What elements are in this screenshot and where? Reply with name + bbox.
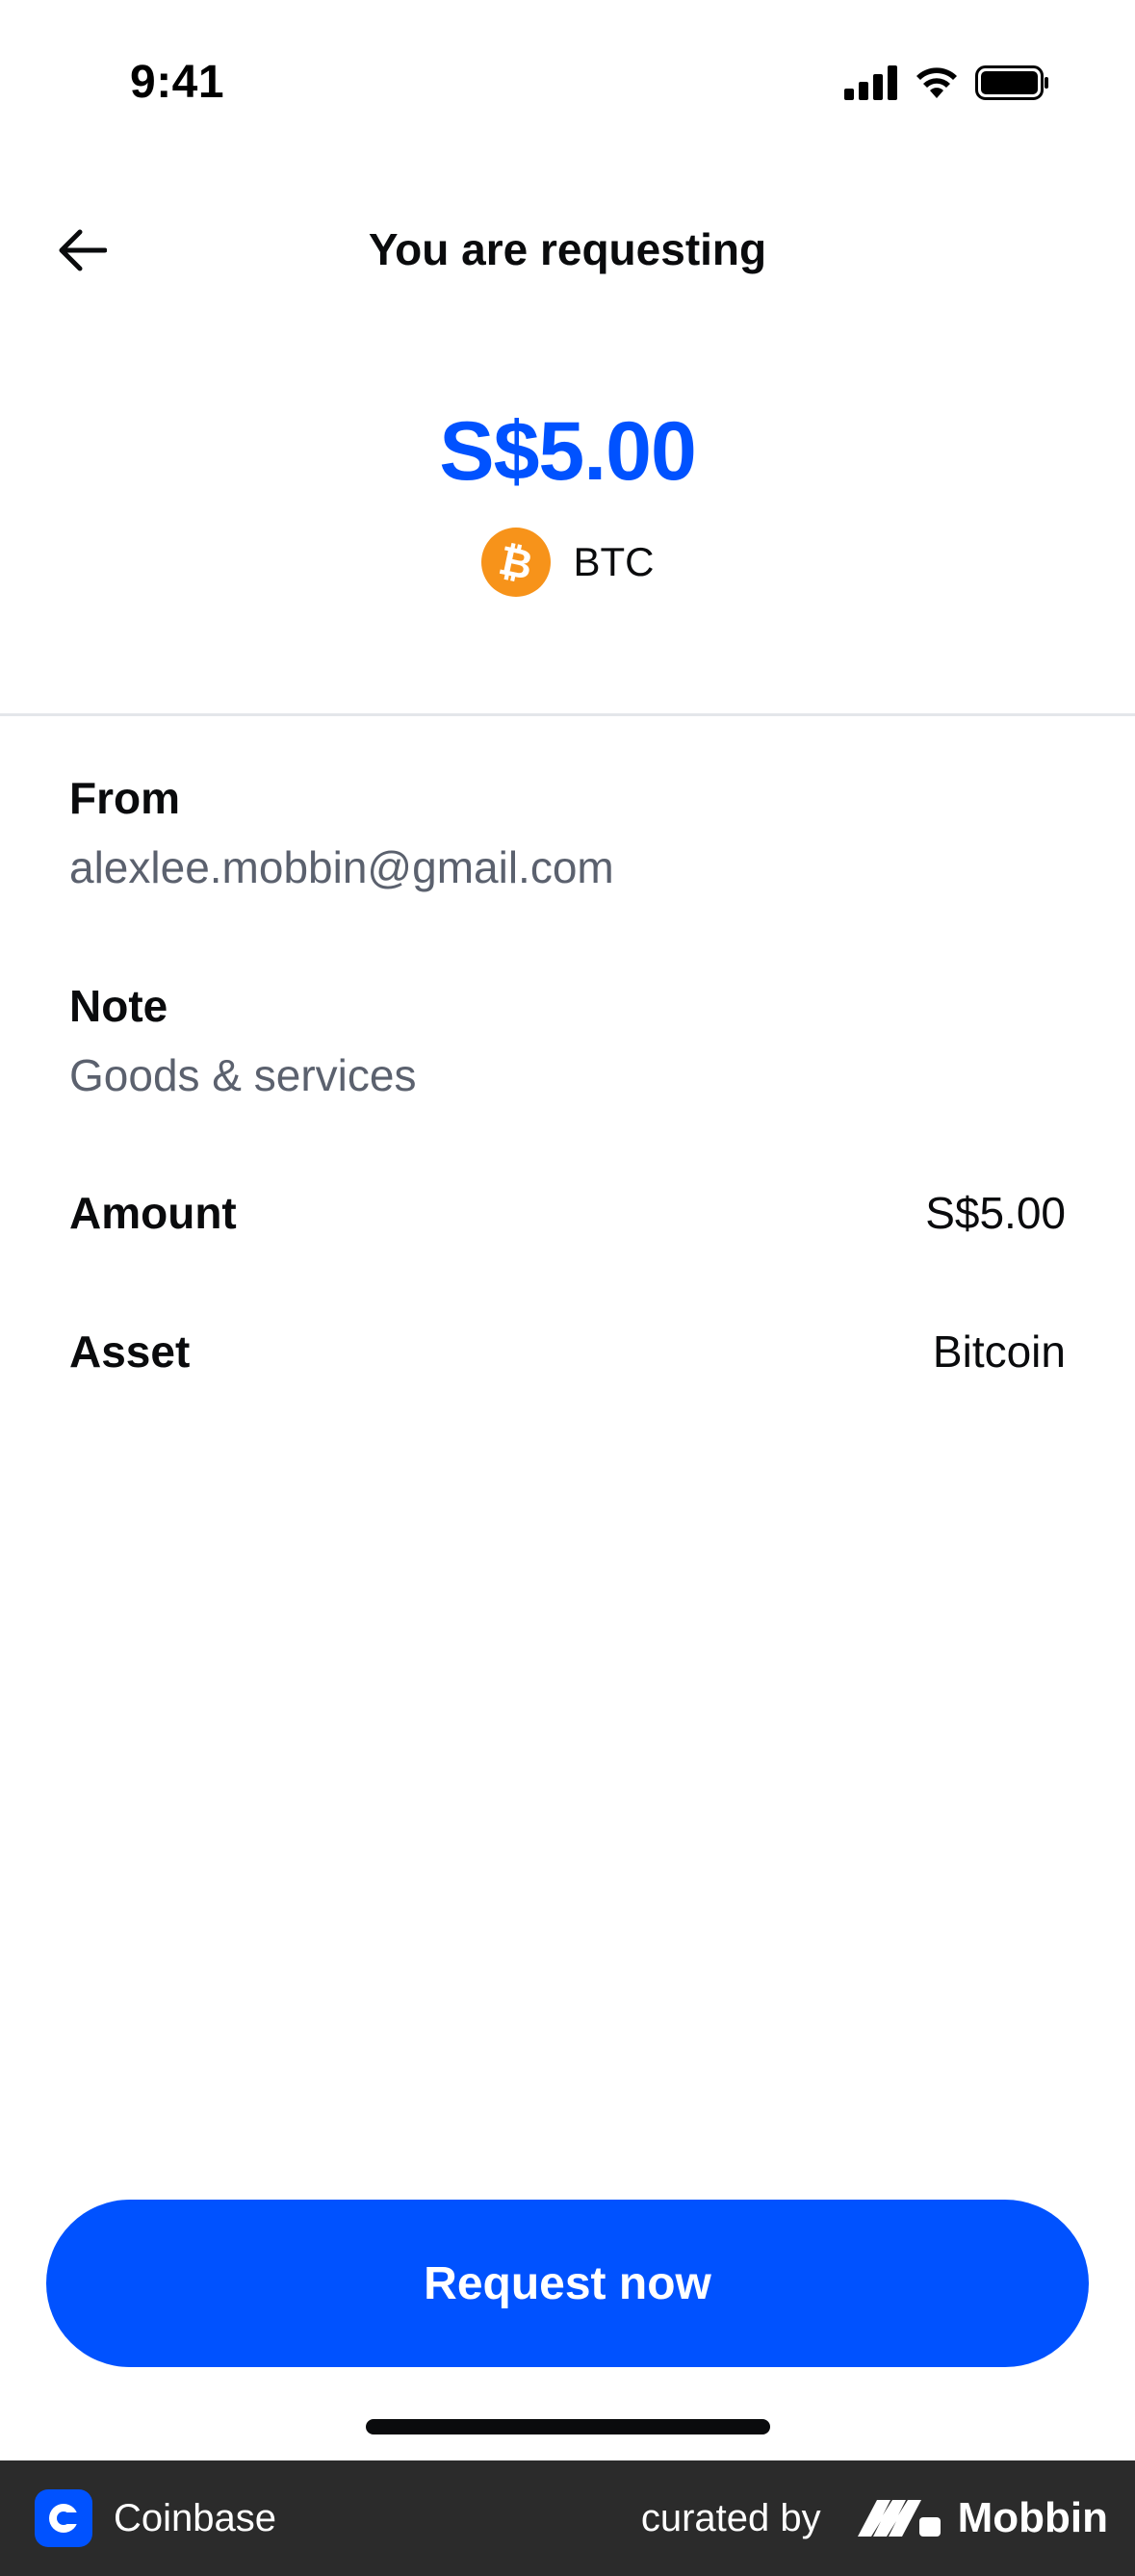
battery-icon [975,65,1048,100]
divider [0,713,1135,716]
wifi-icon [916,67,957,98]
status-icons [844,64,1050,102]
request-now-label: Request now [424,2257,711,2309]
request-amount: S$5.00 [439,405,697,498]
amount-value: S$5.00 [925,1188,1066,1238]
note-label: Note [69,981,168,1031]
mobbin-brand: Mobbin [856,2494,1108,2542]
note-value: Goods & services [69,1050,417,1100]
amount-row: Amount S$5.00 [69,1184,1066,1242]
bitcoin-icon: ₿ [480,528,551,597]
asset-value: Bitcoin [932,1327,1066,1377]
app-attribution: Coinbase [35,2489,276,2547]
asset-code: BTC [573,539,655,584]
page-title: You are requesting [368,224,767,274]
header: You are requesting [0,193,1135,308]
app-name: Coinbase [114,2496,277,2539]
request-confirmation-screen: 9:41 You are requesting S$5.00 ₿ BTC Fro… [0,0,1135,2576]
note-section: Note Goods & services [69,980,1066,1101]
status-time: 9:41 [130,57,225,108]
cellular-signal-icon [844,65,897,100]
status-bar: 9:41 [0,0,1135,168]
asset-label: Asset [69,1327,191,1377]
mobbin-logo-icon [857,2500,941,2537]
coinbase-logo-icon [35,2489,92,2547]
home-indicator [366,2419,770,2434]
mobbin-wordmark: Mobbin [957,2494,1108,2541]
from-label: From [69,773,180,823]
curation-attribution: curated by Mobbin [641,2494,1108,2542]
asset-row: Asset Bitcoin [69,1323,1066,1380]
curated-by-text: curated by [640,2496,821,2539]
footer-banner: Coinbase curated by Mobbin [0,2460,1135,2576]
amount-label: Amount [69,1188,237,1238]
request-now-button[interactable]: Request now [46,2200,1089,2367]
asset-chip: ₿ BTC [0,528,1135,597]
svg-text:₿: ₿ [495,536,537,589]
from-value: alexlee.mobbin@gmail.com [69,842,614,892]
from-section: From alexlee.mobbin@gmail.com [69,772,1066,893]
